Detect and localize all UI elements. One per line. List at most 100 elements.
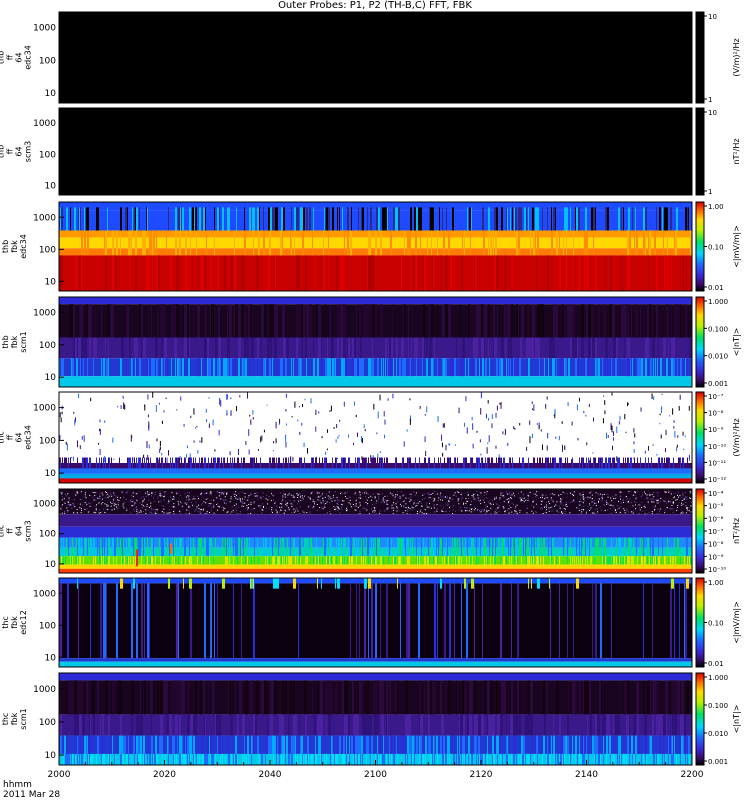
x-tick-label: 2120 (470, 770, 493, 780)
y-label-line: thb (1, 335, 10, 348)
y-label-line: scm3 (24, 141, 33, 162)
y-tick-label: 1000 (33, 24, 56, 34)
spectrogram-figure: 100010010thb ff 64 edc34101(V/m)²/Hz1000100… (0, 11, 741, 800)
panel-thc-ff-edc34: 1000 100 10 thc ff 64 edc34 10⁻⁷ 10⁻⁸ 10⁻⁹ 10⁻¹⁰ 10… (0, 391, 741, 484)
colorbar-tick-label: 0.001 (708, 758, 728, 766)
x-tick-label: 2040 (259, 770, 282, 780)
y-label-line: edc12 (19, 610, 28, 635)
y-tick-label: 100 (39, 436, 56, 446)
y-tick-label: 10 (45, 751, 57, 761)
y-label-line: scm3 (24, 520, 33, 541)
y-tick-label: 1000 (33, 685, 56, 695)
y-tick-label: 100 (39, 341, 56, 351)
y-tick-label: 1000 (33, 589, 56, 599)
y-tick-label: 100 (39, 530, 56, 540)
panels-group: 100010010thb ff 64 edc34101(V/m)²/Hz1000100… (0, 11, 741, 766)
y-label-line: 64 (15, 432, 24, 442)
colorbar-tick-label: 1 (708, 188, 712, 196)
y-label-line: ff (6, 148, 15, 154)
colorbar-tick-label: 10⁻⁷ (708, 393, 724, 401)
colorbar-tick-label: 10⁻¹⁰ (708, 566, 726, 574)
colorbar-tick-label: 10⁻⁸ (708, 410, 724, 418)
colorbar-tick-label: 0.100 (708, 325, 728, 333)
y-label-line: fbk (10, 616, 19, 629)
panel-thb-ff-scm3: 1000 100 10 thb ff 64 scm3 10 1 nT²/Hz (0, 107, 741, 196)
y-label-line: 64 (15, 526, 24, 536)
y-label-line: 64 (15, 146, 24, 156)
y-axis-label: thb ff 64 scm3 (0, 141, 33, 162)
colorbar-tick-label: 1 (708, 96, 712, 104)
colorbar-tick-label: 1.000 (708, 674, 728, 682)
colorbar (695, 296, 705, 388)
x-tick-label: 2140 (575, 770, 598, 780)
y-tick-label: 100 (39, 150, 56, 160)
colorbar (695, 672, 705, 766)
colorbar-tick-label: 0.10 (708, 620, 724, 628)
y-tick-label: 1000 (33, 308, 56, 318)
colorbar-label: nT²/Hz (732, 138, 741, 164)
panel-thc-fbk-scm1: 1000 100 10 thc fbk scm1 1.000 0.100 0.010 0.001 <… (1, 672, 741, 766)
colorbar (695, 11, 705, 104)
y-label-line: edc34 (24, 45, 33, 70)
colorbar-tick-label: 0.01 (708, 284, 724, 292)
hhmm-label: hhmm (3, 780, 32, 790)
y-axis-label: thc fbk scm1 (1, 708, 28, 729)
y-axis-label: thc ff 64 scm3 (0, 520, 33, 541)
colorbar (695, 107, 705, 196)
colorbar-tick-label: 0.10 (708, 244, 724, 252)
date-label: 2011 Mar 28 (3, 790, 60, 800)
colorbar-label: nT²/Hz (732, 518, 741, 544)
y-label-line: scm1 (19, 331, 28, 352)
colorbar-label: <|nT|> (732, 328, 741, 357)
y-axis-label: thb ff 64 edc34 (0, 45, 33, 70)
panel-tha-ff-edc34: 1000 100 10 thb ff 64 edc34 10 1 (V/m)²/Hz (0, 11, 741, 104)
y-tick-label: 10 (45, 182, 57, 192)
y-label-line: fbk (10, 712, 19, 725)
y-label-line: edc34 (24, 425, 33, 450)
y-label-line: fbk (10, 335, 19, 348)
y-tick-label: 10 (45, 469, 57, 479)
y-tick-label: 100 (39, 621, 56, 631)
colorbar-tick-label: 10⁻⁸ (708, 541, 724, 549)
colorbar-tick-label: 10⁻¹⁰ (708, 443, 726, 451)
colorbar-label: (V/m)²/Hz (732, 38, 741, 76)
panel-thb-fbk-edc34: 1000 100 10 thb fbk edc34 1.00 0.10 0.01 <|mV/m|> (1, 201, 741, 292)
y-tick-label: 100 (39, 56, 56, 66)
y-tick-label: 10 (45, 373, 57, 383)
colorbar-label: <|mV/m|> (732, 601, 741, 644)
colorbar-tick-label: 10⁻⁹ (708, 553, 724, 561)
y-tick-label: 10 (45, 277, 57, 287)
y-axis-label: thc fbk edc12 (1, 610, 28, 635)
y-label-line: ff (6, 528, 15, 534)
colorbar (695, 391, 705, 484)
colorbar-tick-label: 10⁻⁶ (708, 515, 724, 523)
colorbar-tick-label: 10 (708, 13, 717, 21)
colorbar-label: <|nT|> (732, 705, 741, 734)
y-label-line: scm1 (19, 708, 28, 729)
colorbar-tick-label: 10⁻⁷ (708, 528, 724, 536)
y-label-line: fbk (10, 240, 19, 253)
colorbar-tick-label: 10⁻⁵ (708, 503, 724, 511)
y-label-line: ff (6, 434, 15, 440)
colorbar-tick-label: 0.010 (708, 353, 728, 361)
y-tick-label: 1000 (33, 499, 56, 509)
y-axis-label: thb fbk scm1 (1, 331, 28, 352)
y-label-line: thb (1, 240, 10, 253)
colorbar-tick-label: 10⁻⁴ (708, 490, 724, 498)
colorbar-tick-label: 0.01 (708, 660, 724, 668)
y-label-line: thc (1, 616, 10, 629)
colorbar-tick-label: 10 (708, 109, 717, 117)
colorbar-tick-label: 10⁻¹² (708, 476, 726, 484)
colorbar-label: (V/m)²/Hz (732, 418, 741, 456)
panel-thc-ff-scm3: 1000 100 10 thc ff 64 scm3 10⁻⁴ 10⁻⁵ 10⁻⁶ 10⁻⁷ 10⁻⁸… (0, 488, 741, 574)
colorbar (695, 488, 705, 574)
colorbar-tick-label: 10⁻¹¹ (708, 459, 726, 467)
colorbar-tick-label: 1.00 (708, 203, 724, 211)
panel-thc-fbk-edc12: 1000 100 10 thc fbk edc12 1.00 0.10 0.01 <|mV/m|> (1, 577, 741, 668)
y-label-line: 64 (15, 52, 24, 62)
x-tick-label: 2000 (48, 770, 71, 780)
x-tick-label: 2200 (681, 770, 704, 780)
y-tick-label: 1000 (33, 213, 56, 223)
y-tick-label: 1000 (33, 119, 56, 129)
y-tick-label: 1000 (33, 404, 56, 414)
